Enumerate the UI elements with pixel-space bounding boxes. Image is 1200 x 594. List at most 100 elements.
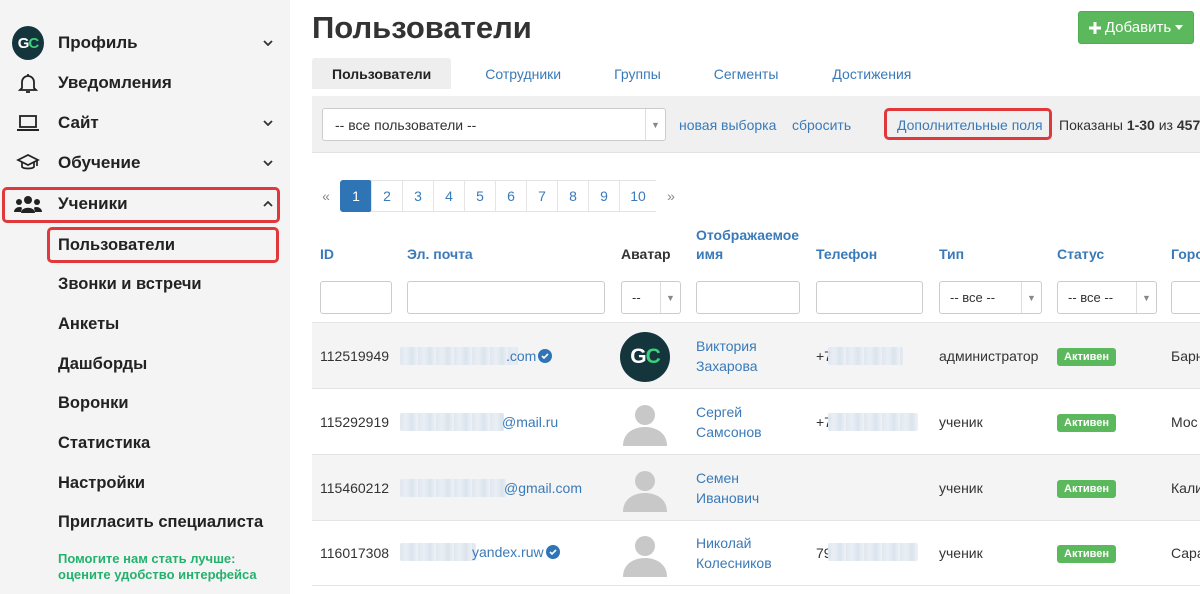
- cell-id: 112519949: [320, 348, 390, 364]
- pagination-page[interactable]: 1: [340, 180, 372, 212]
- extra-fields-link[interactable]: Дополнительные поля: [897, 117, 1043, 133]
- cell-email[interactable]: @gmail.com: [504, 478, 582, 498]
- sidebar-item-site[interactable]: Сайт: [0, 103, 290, 143]
- chevron-down-icon[interactable]: [260, 115, 276, 131]
- caret-down-icon: ▼: [645, 109, 665, 140]
- pagination-page[interactable]: 8: [557, 180, 589, 212]
- reset-link[interactable]: сбросить: [792, 117, 851, 133]
- sidebar-subitem-dashboards[interactable]: Дашборды: [0, 346, 290, 382]
- pagination-prev[interactable]: «: [311, 180, 341, 212]
- city-filter-input[interactable]: [1171, 281, 1200, 314]
- column-header-city[interactable]: Горо: [1171, 245, 1200, 264]
- column-header-phone[interactable]: Телефон: [816, 245, 877, 264]
- name-filter-input[interactable]: [696, 281, 800, 314]
- caret-down-icon: ▼: [1021, 282, 1041, 313]
- avatar-placeholder-icon: [623, 405, 667, 446]
- cell-id: 115460212: [320, 480, 390, 496]
- table-row[interactable]: 112519949 .com GC Виктория Захарова +7 ад…: [312, 322, 1200, 388]
- chevron-up-icon[interactable]: [260, 196, 276, 212]
- caret-down-icon: ▼: [660, 282, 680, 313]
- cell-display-name[interactable]: Виктория Захарова: [696, 336, 758, 376]
- sidebar-item-students[interactable]: Ученики: [0, 184, 290, 224]
- column-header-type[interactable]: Тип: [939, 245, 964, 264]
- tab-bar: Пользователи Сотрудники Группы Сегменты …: [312, 58, 931, 89]
- pagination-page[interactable]: 4: [433, 180, 465, 212]
- phone-redacted: [828, 543, 918, 561]
- pagination-page[interactable]: 2: [371, 180, 403, 212]
- cell-type: администратор: [939, 348, 1039, 364]
- phone-redacted: [828, 413, 918, 431]
- tab-users[interactable]: Пользователи: [312, 58, 452, 89]
- add-button[interactable]: Добавить: [1078, 11, 1194, 44]
- tab-achievements[interactable]: Достижения: [798, 58, 931, 89]
- column-header-display-name[interactable]: Отображаемое имя: [696, 226, 799, 264]
- sidebar-subitem-label: Дашборды: [58, 354, 148, 373]
- phone-filter-input[interactable]: [816, 281, 923, 314]
- verified-icon: [546, 545, 560, 559]
- sidebar: GC Профиль Уведомления Сайт Обучение Уче…: [0, 0, 290, 594]
- pagination-next[interactable]: »: [656, 180, 686, 212]
- new-selection-link[interactable]: новая выборка: [679, 117, 776, 133]
- sidebar-subitem-calls[interactable]: Звонки и встречи: [0, 266, 290, 302]
- sidebar-item-profile[interactable]: GC Профиль: [0, 23, 290, 63]
- email-redacted: [400, 347, 518, 365]
- table-row[interactable]: 115460212 @gmail.com Семен Иванович учени…: [312, 454, 1200, 520]
- caret-down-icon: ▼: [1136, 282, 1156, 313]
- email-filter-input[interactable]: [407, 281, 605, 314]
- select-value: -- все пользователи --: [335, 116, 477, 133]
- sidebar-subitem-forms[interactable]: Анкеты: [0, 306, 290, 342]
- sidebar-subitem-users[interactable]: Пользователи: [0, 227, 290, 263]
- verified-icon: [538, 349, 552, 363]
- table-row[interactable]: 116017308 yandex.ruw Николай Колесников 7…: [312, 520, 1200, 586]
- column-header-id[interactable]: ID: [320, 245, 334, 264]
- sidebar-subitem-funnels[interactable]: Воронки: [0, 385, 290, 421]
- cell-city: Кали: [1171, 480, 1200, 496]
- sidebar-subitem-label: Воронки: [58, 393, 129, 412]
- cell-display-name[interactable]: Сергей Самсонов: [696, 402, 762, 442]
- pagination-page[interactable]: 5: [464, 180, 496, 212]
- sidebar-subitem-statistics[interactable]: Статистика: [0, 425, 290, 461]
- cell-email[interactable]: .com: [506, 346, 536, 366]
- column-header-email[interactable]: Эл. почта: [407, 245, 473, 264]
- cell-email[interactable]: yandex.ruw: [472, 542, 544, 562]
- avatar[interactable]: GC: [620, 332, 670, 382]
- tab-segments[interactable]: Сегменты: [681, 58, 799, 89]
- avatar-filter-select[interactable]: -- ▼: [621, 281, 681, 314]
- type-filter-select[interactable]: -- все -- ▼: [939, 281, 1042, 314]
- feedback-link[interactable]: Помогите нам стать лучше: оцените удобст…: [58, 551, 257, 583]
- sidebar-item-learning[interactable]: Обучение: [0, 143, 290, 183]
- pagination-page[interactable]: 3: [402, 180, 434, 212]
- chevron-down-icon[interactable]: [260, 35, 276, 51]
- plus-icon: [1088, 21, 1101, 34]
- sidebar-item-notifications[interactable]: Уведомления: [0, 63, 290, 103]
- pagination-page[interactable]: 9: [588, 180, 620, 212]
- sidebar-item-label: Сайт: [58, 113, 99, 132]
- sidebar-subitem-invite[interactable]: Пригласить специалиста: [0, 504, 290, 540]
- column-header-status[interactable]: Статус: [1057, 245, 1104, 264]
- tab-groups[interactable]: Группы: [581, 58, 681, 89]
- pagination-page[interactable]: 10: [619, 180, 657, 212]
- sidebar-subitem-label: Анкеты: [58, 314, 120, 333]
- sidebar-item-label: Ученики: [58, 194, 128, 213]
- cell-display-name[interactable]: Николай Колесников: [696, 533, 772, 573]
- pagination-page[interactable]: 7: [526, 180, 558, 212]
- pagination-page[interactable]: 6: [495, 180, 527, 212]
- cell-display-name[interactable]: Семен Иванович: [696, 468, 759, 508]
- id-filter-input[interactable]: [320, 281, 392, 314]
- chevron-down-icon[interactable]: [260, 155, 276, 171]
- cell-city: Мос: [1171, 414, 1198, 430]
- pagination: « 1 2 3 4 5 6 7 8 9 10 »: [311, 180, 686, 212]
- table-row[interactable]: 115292919 @mail.ru Сергей Самсонов +7 уче…: [312, 388, 1200, 454]
- avatar-placeholder-icon: [623, 536, 667, 577]
- tab-employees[interactable]: Сотрудники: [451, 58, 581, 89]
- user-filter-select[interactable]: -- все пользователи -- ▼: [322, 108, 666, 141]
- status-badge: Активен: [1057, 348, 1116, 366]
- sidebar-subitem-settings[interactable]: Настройки: [0, 465, 290, 501]
- sidebar-subitem-label: Пользователи: [58, 235, 176, 254]
- sidebar-subitem-label: Пригласить специалиста: [58, 512, 264, 531]
- tab-label: Сотрудники: [485, 65, 562, 82]
- page-title: Пользователи: [312, 10, 532, 45]
- add-button-label: Добавить: [1104, 19, 1172, 36]
- cell-email[interactable]: @mail.ru: [502, 412, 558, 432]
- status-filter-select[interactable]: -- все -- ▼: [1057, 281, 1157, 314]
